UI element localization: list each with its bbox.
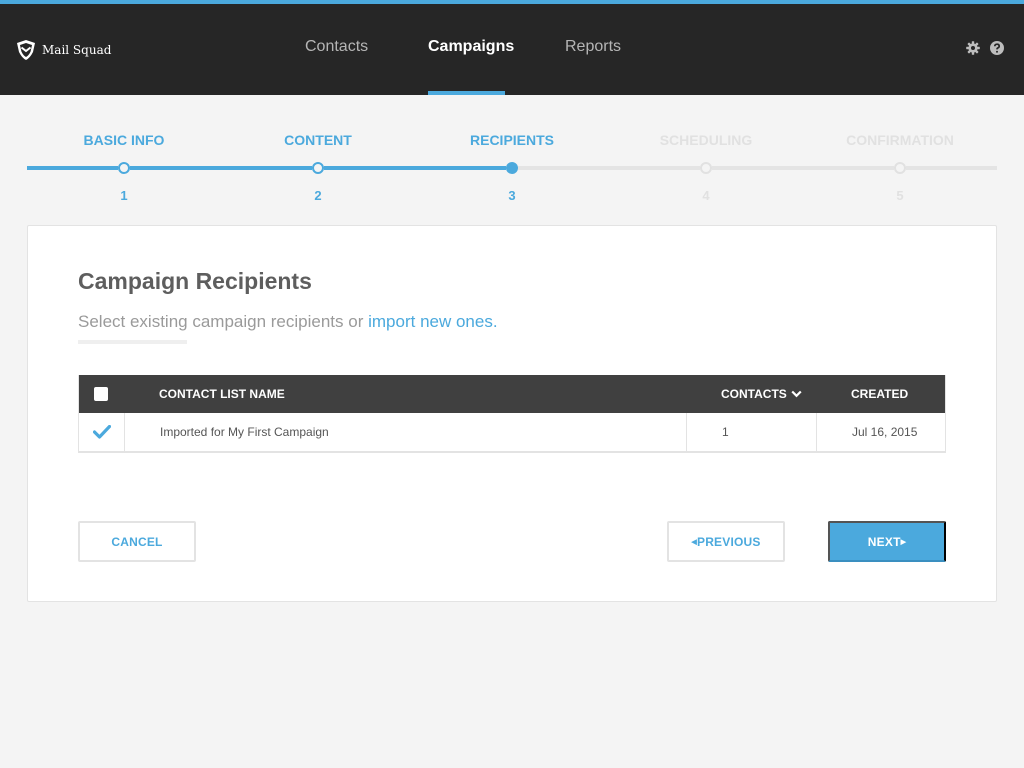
next-button[interactable]: NEXT ▶ (828, 521, 946, 562)
app-name: Mail Squad (42, 43, 112, 57)
row-contacts-count: 1 (722, 425, 729, 439)
step-node (894, 162, 906, 174)
header-contacts-label: CONTACTS (721, 387, 787, 401)
step-scheduling: SCHEDULING (659, 132, 753, 148)
page-title: Campaign Recipients (78, 268, 312, 294)
column-divider (124, 413, 125, 451)
next-label: NEXT (867, 534, 901, 549)
nav-active-indicator (428, 91, 505, 95)
table-header: CONTACT LIST NAME CONTACTS CREATED (79, 375, 945, 413)
step-number: 5 (896, 188, 904, 203)
nav-contacts[interactable]: Contacts (305, 38, 368, 56)
previous-button[interactable]: ◀ PREVIOUS (667, 521, 785, 562)
chevron-down-icon (791, 390, 802, 398)
step-number: 2 (314, 188, 322, 203)
caret-right-icon: ▶ (900, 538, 907, 546)
nav-reports[interactable]: Reports (565, 38, 621, 56)
cancel-button[interactable]: CANCEL (78, 521, 196, 562)
app-header: Mail Squad Contacts Campaigns Reports (0, 4, 1024, 95)
header-created[interactable]: CREATED (851, 375, 908, 413)
stepper-track (27, 166, 118, 170)
stepper-track (906, 166, 997, 170)
step-number: 3 (508, 188, 516, 203)
shield-logo-icon (17, 40, 35, 60)
step-number: 4 (702, 188, 710, 203)
select-all-cell (94, 375, 108, 413)
app-logo[interactable]: Mail Squad (14, 38, 111, 62)
contact-lists-table: CONTACT LIST NAME CONTACTS CREATED Impor… (78, 375, 946, 453)
step-confirmation: CONFIRMATION (846, 132, 954, 148)
header-name[interactable]: CONTACT LIST NAME (159, 375, 285, 413)
recipients-card: Campaign Recipients Select existing camp… (27, 225, 997, 602)
column-divider (816, 413, 817, 451)
step-content[interactable]: CONTENT (284, 132, 352, 148)
stepper-track (130, 166, 312, 170)
step-node (118, 162, 130, 174)
stepper-track (518, 166, 700, 170)
header-contacts[interactable]: CONTACTS (721, 375, 802, 413)
title-divider (78, 340, 187, 344)
page-subtitle: Select existing campaign recipients or i… (78, 312, 498, 332)
nav-campaigns[interactable]: Campaigns (428, 38, 514, 56)
step-node-current (506, 162, 518, 174)
step-node (312, 162, 324, 174)
stepper-track (712, 166, 894, 170)
subtitle-text: Select existing campaign recipients or (78, 312, 364, 331)
stepper-track (324, 166, 506, 170)
help-icon[interactable] (990, 41, 1004, 55)
step-basic-info[interactable]: BASIC INFO (84, 132, 165, 148)
column-divider (686, 413, 687, 451)
step-node (700, 162, 712, 174)
row-checkbox-checked-icon[interactable] (93, 425, 111, 439)
table-row[interactable]: Imported for My First Campaign 1 Jul 16,… (79, 413, 945, 452)
step-recipients[interactable]: RECIPIENTS (470, 132, 554, 148)
row-created-date: Jul 16, 2015 (852, 425, 918, 439)
previous-label: PREVIOUS (696, 534, 761, 549)
cancel-label: CANCEL (111, 534, 163, 549)
select-all-checkbox[interactable] (94, 387, 108, 401)
gear-icon[interactable] (966, 41, 980, 55)
import-new-link[interactable]: import new ones. (368, 312, 497, 331)
row-list-name: Imported for My First Campaign (160, 425, 329, 439)
row-checkbox-cell (93, 413, 111, 451)
step-number: 1 (120, 188, 128, 203)
